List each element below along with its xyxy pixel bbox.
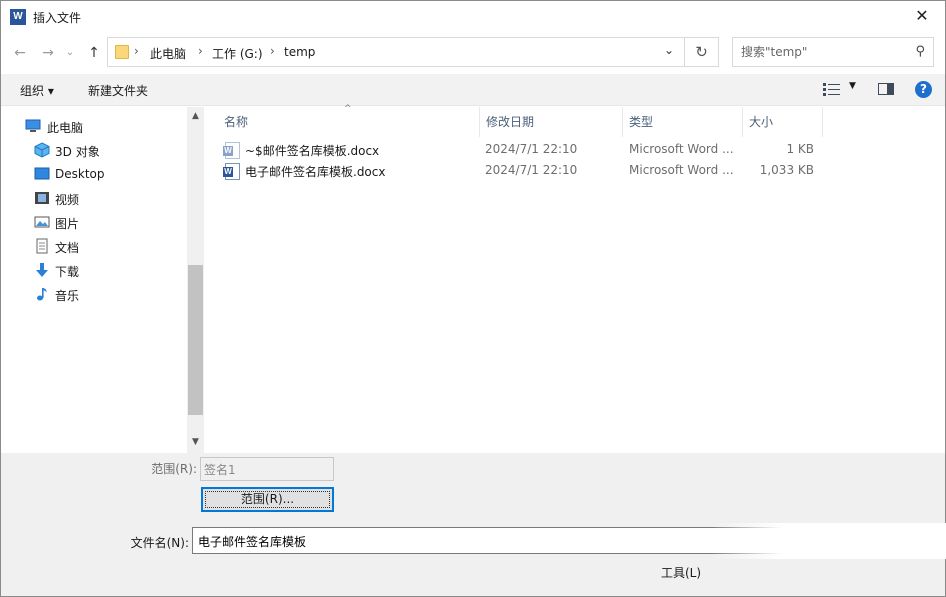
file-date: 2024/7/1 22:10 <box>485 163 578 177</box>
sidebar-item-desktop[interactable]: Desktop <box>1 163 187 185</box>
up-button[interactable]: ↑ <box>85 43 103 63</box>
help-icon[interactable]: ? <box>915 81 932 98</box>
scroll-down-icon[interactable]: ▼ <box>187 437 204 447</box>
search-box[interactable]: ⚲ <box>732 37 934 67</box>
computer-icon <box>25 119 41 132</box>
file-type: Microsoft Word ... <box>629 142 734 156</box>
sidebar-item-label: 视频 <box>55 193 80 207</box>
sidebar-item-3d-objects[interactable]: 3D 对象 <box>1 139 187 161</box>
breadcrumb-separator[interactable]: › <box>134 44 139 58</box>
recent-locations-dropdown[interactable]: ⌄ <box>63 43 77 63</box>
breadcrumb-separator[interactable]: › <box>198 44 203 58</box>
sidebar-item-label: 下载 <box>55 265 80 279</box>
scrollbar-thumb[interactable] <box>188 265 203 415</box>
music-icon <box>37 288 47 301</box>
sidebar-item-this-pc[interactable]: 此电脑 <box>1 115 187 137</box>
search-icon[interactable]: ⚲ <box>915 44 925 59</box>
back-button[interactable]: ← <box>11 43 29 63</box>
close-button[interactable]: ✕ <box>899 1 945 31</box>
word-document-icon: W <box>223 142 240 159</box>
bottom-panel: 范围(R): 范围(R)... 文件名(N): 工具(L) <box>1 453 946 596</box>
column-header-name[interactable]: 名称 ^ <box>218 104 480 137</box>
table-row[interactable]: W ~$邮件签名库模板.docx 2024/7/1 22:10 Microsof… <box>204 140 824 161</box>
sidebar-item-label: Desktop <box>55 167 105 181</box>
address-bar[interactable]: › 此电脑 › 工作 (G:) › temp ⌄ <box>107 37 685 67</box>
column-header-label: 大小 <box>749 115 774 129</box>
range-field <box>200 457 334 481</box>
tools-menu[interactable]: 工具(L) <box>661 564 701 581</box>
sidebar-item-label: 3D 对象 <box>55 145 100 159</box>
sort-ascending-icon: ^ <box>344 104 352 114</box>
command-toolbar: 组织 ▾ 新建文件夹 ▼ ? <box>1 74 945 106</box>
sidebar-item-label: 图片 <box>55 217 80 231</box>
documents-icon <box>36 238 48 254</box>
breadcrumb-temp[interactable]: temp <box>284 45 315 59</box>
word-document-icon: W <box>223 163 240 180</box>
folder-icon <box>115 45 129 59</box>
column-header-size[interactable]: 大小 <box>743 107 823 137</box>
sidebar-item-pictures[interactable]: 图片 <box>1 211 187 233</box>
file-size: 1 KB <box>786 142 814 156</box>
focus-outline <box>205 491 330 508</box>
sidebar-item-label: 音乐 <box>55 289 80 303</box>
file-date: 2024/7/1 22:10 <box>485 142 578 156</box>
sidebar-item-downloads[interactable]: 下载 <box>1 259 187 281</box>
range-label: 范围(R): <box>151 462 197 476</box>
sidebar-item-videos[interactable]: 视频 <box>1 187 187 209</box>
range-input <box>204 461 324 477</box>
forward-button[interactable]: → <box>39 43 57 63</box>
breadcrumb-separator[interactable]: › <box>270 44 275 58</box>
desktop-icon <box>34 167 50 180</box>
table-row[interactable]: W 电子邮件签名库模板.docx 2024/7/1 22:10 Microsof… <box>204 161 824 182</box>
column-header-label: 修改日期 <box>486 115 535 129</box>
navigation-pane: 此电脑 3D 对象 Desktop 视频 图片 文档 下载 音乐 ▲ ▼ <box>1 107 204 453</box>
sidebar-item-music[interactable]: 音乐 <box>1 283 187 305</box>
3d-objects-icon <box>34 142 50 158</box>
title-bar: W 插入文件 ✕ <box>1 1 945 33</box>
sidebar-item-label: 文档 <box>55 241 80 255</box>
column-header-label: 名称 <box>224 115 249 129</box>
search-input[interactable] <box>741 44 901 60</box>
navigation-pane-scrollbar[interactable]: ▲ ▼ <box>187 107 204 453</box>
column-header-date[interactable]: 修改日期 <box>480 107 623 137</box>
file-size: 1,033 KB <box>759 163 814 177</box>
new-folder-button[interactable]: 新建文件夹 <box>88 82 148 99</box>
word-app-icon: W <box>10 9 26 25</box>
preview-pane-icon[interactable] <box>878 83 894 95</box>
faded-region <box>711 523 946 559</box>
filename-label: 文件名(N): <box>130 536 189 550</box>
file-name: 电子邮件签名库模板.docx <box>245 165 386 179</box>
insert-file-dialog: W 插入文件 ✕ ← → ⌄ ↑ › 此电脑 › 工作 (G:) › temp … <box>0 0 946 597</box>
sidebar-item-documents[interactable]: 文档 <box>1 235 187 257</box>
filename-input[interactable] <box>198 533 698 549</box>
download-icon <box>36 263 48 277</box>
view-options-icon[interactable] <box>823 82 841 96</box>
sidebar-item-label: 此电脑 <box>47 121 84 135</box>
organize-menu[interactable]: 组织 ▾ <box>20 82 54 99</box>
column-header-label: 类型 <box>629 115 654 129</box>
dialog-title: 插入文件 <box>33 11 82 25</box>
file-type: Microsoft Word ... <box>629 163 734 177</box>
video-icon <box>35 192 49 204</box>
view-dropdown-icon[interactable]: ▼ <box>849 81 856 91</box>
address-dropdown-icon[interactable]: ⌄ <box>664 43 674 57</box>
file-name: ~$邮件签名库模板.docx <box>245 144 380 158</box>
scroll-up-icon[interactable]: ▲ <box>187 111 204 121</box>
breadcrumb-this-pc[interactable]: 此电脑 <box>150 45 186 62</box>
breadcrumb-drive-g[interactable]: 工作 (G:) <box>212 45 263 62</box>
range-button[interactable]: 范围(R)... <box>201 487 334 512</box>
pictures-icon <box>34 216 50 228</box>
refresh-button[interactable]: ↻ <box>685 37 719 67</box>
file-list: 名称 ^ 修改日期 类型 大小 W ~$邮件签名库模板.docx 2024/7/… <box>204 104 945 453</box>
column-header-type[interactable]: 类型 <box>623 107 743 137</box>
